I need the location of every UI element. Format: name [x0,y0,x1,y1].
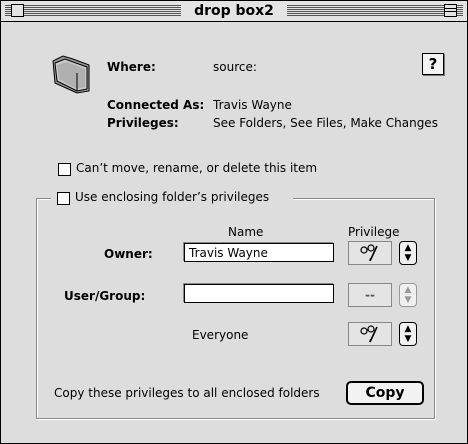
cant-move-checkbox[interactable] [58,163,71,176]
user-group-field[interactable] [184,284,334,303]
privilege-column-header: Privilege [348,225,400,239]
use-enclosing-label[interactable]: Use enclosing folder’s privileges [75,190,269,204]
owner-privilege-arrows[interactable]: ▲ ▼ [399,241,417,265]
everyone-label: Everyone [192,328,249,342]
where-label: Where: [107,60,156,74]
copy-button[interactable]: Copy [346,381,424,405]
zoom-box-icon[interactable] [444,4,457,17]
pencil-glasses-icon [360,244,378,262]
pencil-glasses-icon [360,325,378,343]
copy-description: Copy these privileges to all enclosed fo… [54,386,320,400]
use-enclosing-checkbox[interactable] [57,192,70,205]
user-group-privilege-arrows[interactable]: ▲ ▼ [399,283,417,307]
everyone-privilege-arrows[interactable]: ▲ ▼ [399,322,417,346]
where-value: source: [213,60,257,74]
close-box-icon[interactable] [11,4,24,17]
help-button[interactable]: ? [422,53,444,75]
user-group-privilege-popup[interactable]: -- [348,283,392,307]
cant-move-label[interactable]: Can’t move, rename, or delete this item [76,161,317,175]
owner-name-field[interactable]: Travis Wayne [184,243,334,262]
user-group-label: User/Group: [64,289,146,303]
window-title: drop box2 [181,2,287,20]
connected-as-label: Connected As: [107,98,205,112]
privileges-label: Privileges: [107,116,179,130]
everyone-privilege-popup[interactable] [348,322,392,346]
title-bar[interactable]: drop box2 [1,1,467,22]
folder-icon [52,55,90,94]
connected-as-value: Travis Wayne [213,98,292,112]
window: drop box2 Where: source: ? Connected As:… [0,0,468,444]
owner-label: Owner: [104,247,153,261]
name-column-header: Name [228,225,264,239]
privileges-value: See Folders, See Files, Make Changes [213,116,438,130]
owner-privilege-popup[interactable] [348,241,392,265]
